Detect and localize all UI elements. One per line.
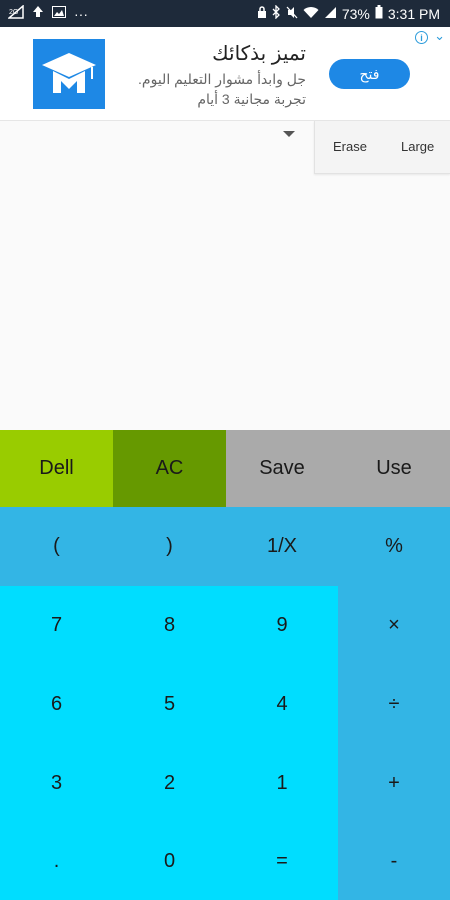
decimal-point-button[interactable]: . bbox=[0, 822, 113, 900]
battery-icon bbox=[375, 5, 383, 23]
ad-title[interactable]: تميز بذكائك bbox=[212, 41, 306, 66]
bluetooth-icon bbox=[272, 4, 281, 23]
mode-panel: Erase Large bbox=[314, 121, 450, 174]
minus-button[interactable]: - bbox=[338, 822, 450, 900]
digit-5-button[interactable]: 5 bbox=[113, 665, 226, 744]
wifi-icon bbox=[303, 6, 319, 23]
chevron-down-icon[interactable]: ⌄ bbox=[434, 28, 445, 44]
ac-button[interactable]: AC bbox=[113, 430, 226, 507]
multiply-button[interactable]: × bbox=[338, 586, 450, 665]
ad-open-button[interactable]: فتح bbox=[329, 59, 410, 89]
digit-2-button[interactable]: 2 bbox=[113, 744, 226, 822]
large-button[interactable]: Large bbox=[401, 139, 434, 154]
digit-9-button[interactable]: 9 bbox=[226, 586, 338, 665]
save-button[interactable]: Save bbox=[226, 430, 338, 507]
upload-icon bbox=[32, 5, 44, 23]
use-button[interactable]: Use bbox=[338, 430, 450, 507]
status-bar: 2G ··· 73% 3:31 PM bbox=[0, 0, 450, 27]
close-paren-button[interactable]: ) bbox=[113, 507, 226, 586]
mute-icon bbox=[286, 6, 298, 23]
more-notifications-dots: ··· bbox=[74, 6, 88, 22]
digit-1-button[interactable]: 1 bbox=[226, 744, 338, 822]
lock-icon bbox=[257, 5, 267, 23]
status-bar-left: 2G ··· bbox=[6, 4, 88, 23]
digit-3-button[interactable]: 3 bbox=[0, 744, 113, 822]
digit-4-button[interactable]: 4 bbox=[226, 665, 338, 744]
calculator-display: Erase Large bbox=[0, 121, 450, 430]
digit-6-button[interactable]: 6 bbox=[0, 665, 113, 744]
open-paren-button[interactable]: ( bbox=[0, 507, 113, 586]
signal-icon: 2G bbox=[6, 4, 24, 23]
erase-button[interactable]: Erase bbox=[333, 139, 367, 154]
ad-description: جل وابدأ مشوار التعليم اليوم. bbox=[138, 71, 306, 87]
plus-button[interactable]: + bbox=[338, 744, 450, 822]
graduation-cap-logo-icon[interactable] bbox=[33, 39, 105, 109]
svg-text:2G: 2G bbox=[9, 9, 18, 16]
status-bar-right: 73% 3:31 PM bbox=[257, 4, 440, 23]
equals-button[interactable]: = bbox=[226, 822, 338, 900]
clock: 3:31 PM bbox=[387, 6, 440, 22]
ad-subtext: تجربة مجانية 3 أيام bbox=[197, 91, 306, 107]
image-icon bbox=[52, 6, 66, 22]
cell-signal-icon bbox=[324, 6, 337, 23]
ad-banner[interactable]: تميز بذكائك جل وابدأ مشوار التعليم اليوم… bbox=[0, 27, 450, 121]
digit-8-button[interactable]: 8 bbox=[113, 586, 226, 665]
ad-info-icon[interactable]: i bbox=[415, 31, 428, 44]
percent-button[interactable]: % bbox=[338, 507, 450, 586]
digit-7-button[interactable]: 7 bbox=[0, 586, 113, 665]
battery-percent: 73% bbox=[341, 6, 370, 22]
divide-button[interactable]: ÷ bbox=[338, 665, 450, 744]
digit-0-button[interactable]: 0 bbox=[113, 822, 226, 900]
dropdown-arrow-icon[interactable] bbox=[283, 131, 295, 137]
reciprocal-button[interactable]: 1/X bbox=[226, 507, 338, 586]
dell-button[interactable]: Dell bbox=[0, 430, 113, 507]
